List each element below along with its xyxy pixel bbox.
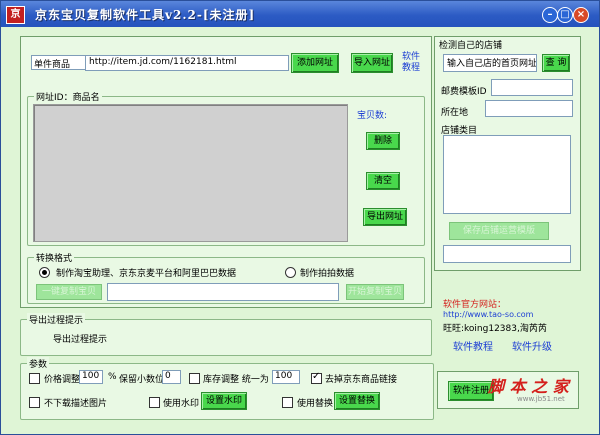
use-replace-label: 使用替换 <box>297 399 334 409</box>
use-watermark-checkbox[interactable] <box>149 397 160 408</box>
url-list-title: 网址ID：商品名 <box>34 90 102 103</box>
radio-paipai[interactable] <box>285 267 296 278</box>
location-input[interactable] <box>485 100 573 117</box>
postage-template-input[interactable] <box>491 79 573 96</box>
radio-paipai-label: 制作拍拍数据 <box>300 269 355 279</box>
radio-taobao-label: 制作淘宝助理、京东京麦平台和阿里巴巴数据 <box>56 269 237 279</box>
shop-url-input[interactable]: 输入自己店的首页网址 <box>443 54 537 72</box>
location-label: 所在地 <box>441 108 469 118</box>
set-watermark-button[interactable]: 设置水印 <box>201 392 247 410</box>
price-percent-input[interactable]: 100 <box>79 370 103 384</box>
stock-adjust-label: 库存调整 统一为 <box>203 375 269 385</box>
maximize-button[interactable]: □ <box>557 7 573 23</box>
export-hint-title: 导出过程提示 <box>27 313 86 326</box>
close-button[interactable]: × <box>573 7 589 23</box>
shop-status-field <box>443 245 571 263</box>
url-listbox[interactable] <box>33 104 348 242</box>
radio-taobao[interactable] <box>39 267 50 278</box>
watermark-url: www.jb51.net <box>517 395 565 403</box>
query-button[interactable]: 查 询 <box>542 54 570 72</box>
url-input[interactable]: http://item.jd.com/1162181.html <box>85 55 289 71</box>
tutorial-link[interactable]: 软件 教程 <box>397 52 425 74</box>
import-url-button[interactable]: 导入网址 <box>351 53 393 73</box>
mode-select-value: 单件商品 <box>34 60 71 70</box>
url-list-group: 网址ID：商品名 宝贝数: 删除 清空 导出网址 <box>27 90 425 246</box>
use-replace-checkbox[interactable] <box>282 397 293 408</box>
shop-category-box[interactable] <box>443 135 571 214</box>
price-adjust-label: 价格调整 <box>44 375 81 385</box>
export-hint-text: 导出过程提示 <box>53 335 108 345</box>
convert-format-title: 转换格式 <box>34 251 75 264</box>
delete-button[interactable]: 删除 <box>366 132 400 150</box>
add-url-button[interactable]: 添加网址 <box>291 53 339 73</box>
no-desc-image-checkbox[interactable] <box>29 397 40 408</box>
use-watermark-label: 使用水印 <box>163 399 200 409</box>
params-group: 参数 价格调整 100 % 保留小数位 0 库存调整 统一为 100 去掉京东商… <box>20 357 434 420</box>
start-copy-button[interactable]: 开始复制宝贝 <box>346 284 404 300</box>
postage-template-label: 邮费模板ID <box>441 87 487 97</box>
no-desc-image-label: 不下载描述图片 <box>44 399 108 409</box>
wangwang-contact: 旺旺:koing12383,淘芮芮 <box>443 324 547 334</box>
progress-field <box>107 283 339 301</box>
remove-link-checkbox[interactable] <box>311 371 322 384</box>
minimize-button[interactable]: – <box>542 7 558 23</box>
params-title: 参数 <box>27 357 50 370</box>
export-hint-group: 导出过程提示 导出过程提示 <box>20 313 432 356</box>
convert-format-group: 转换格式 制作淘宝助理、京东京麦平台和阿里巴巴数据 制作拍拍数据 一键复制宝贝 … <box>27 251 425 304</box>
export-url-button[interactable]: 导出网址 <box>363 208 407 226</box>
price-adjust-checkbox[interactable] <box>29 373 40 384</box>
shop-panel: 检测自己的店铺 输入自己店的首页网址 查 询 邮费模板ID 所在地 店铺类目 保… <box>434 36 581 271</box>
shop-panel-title: 检测自己的店铺 <box>439 41 503 51</box>
decimals-input[interactable]: 0 <box>162 370 181 384</box>
window-title: 京东宝贝复制软件工具v2.2-[未注册] <box>35 8 256 22</box>
clear-button[interactable]: 清空 <box>366 172 400 190</box>
title-bar[interactable]: 京 京东宝贝复制软件工具v2.2-[未注册] – □ × <box>1 1 599 27</box>
watermark-logo: 脚 本 之 家 <box>488 377 569 396</box>
remove-link-label: 去掉京东商品链接 <box>325 375 398 385</box>
item-count-label: 宝贝数: <box>357 111 388 121</box>
app-logo-icon: 京 <box>6 6 25 24</box>
set-replace-button[interactable]: 设置替换 <box>334 392 380 410</box>
official-site-link[interactable]: http://www.tao-so.com <box>443 310 533 319</box>
one-click-copy-button[interactable]: 一键复制宝贝 <box>36 284 102 300</box>
software-tutorial-link[interactable]: 软件教程 <box>453 338 493 353</box>
official-site-label: 软件官方网站： <box>443 300 507 310</box>
stock-input[interactable]: 100 <box>272 370 300 384</box>
software-upgrade-link[interactable]: 软件升级 <box>512 338 552 353</box>
save-shop-template-button[interactable]: 保存店铺运营模版 <box>449 222 549 240</box>
percent-sign: % <box>108 372 117 382</box>
stock-adjust-checkbox[interactable] <box>189 373 200 384</box>
app-window: 京 京东宝贝复制软件工具v2.2-[未注册] – □ × 单件商品 ▼ http… <box>0 0 600 435</box>
main-panel: 单件商品 ▼ http://item.jd.com/1162181.html 添… <box>20 36 432 308</box>
decimals-label: 保留小数位 <box>119 375 165 385</box>
